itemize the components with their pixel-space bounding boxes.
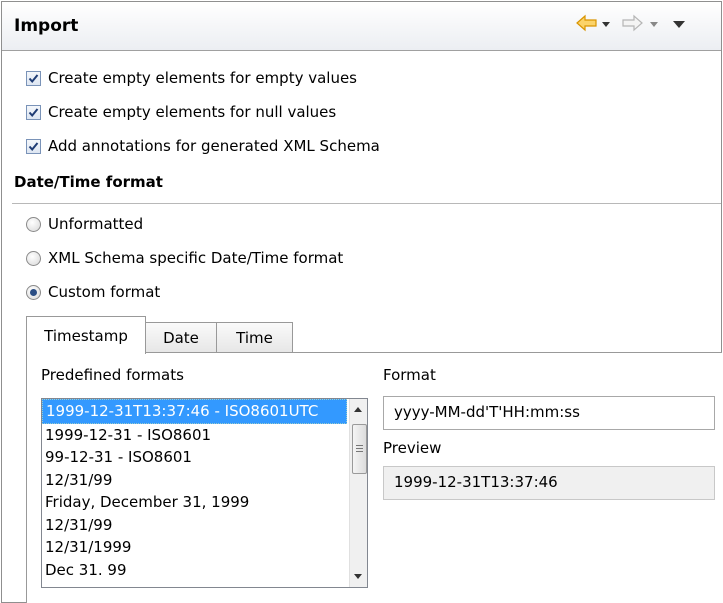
radio-selected-icon[interactable] — [26, 284, 41, 300]
list-item[interactable]: 12/31/1999 — [42, 536, 367, 559]
preview-field: 1999-12-31T13:37:46 — [383, 466, 715, 500]
list-item[interactable]: 1999-12-31T13:37:46 - ISO8601UTC — [42, 399, 347, 424]
list-scrollbar[interactable] — [349, 399, 367, 587]
list-item[interactable]: Dec 31. 99 — [42, 559, 367, 582]
checkbox-checked-icon[interactable] — [26, 138, 41, 154]
panel-title: Import — [14, 16, 79, 36]
preview-value: 1999-12-31T13:37:46 — [394, 473, 558, 491]
panel-header: Import — [2, 2, 721, 51]
radio-custom-format[interactable]: Custom format — [26, 280, 160, 304]
list-item[interactable]: 12/31/99 — [42, 514, 367, 537]
list-item[interactable]: 12/31/99 — [42, 469, 367, 492]
list-item[interactable]: Friday, December 31, 1999 — [42, 491, 367, 514]
import-panel: Import Create empty elements for empty v… — [1, 1, 722, 603]
checkbox-label: Add annotations for generated XML Schema — [48, 137, 380, 155]
radio-label: Unformatted — [48, 215, 144, 233]
section-divider — [12, 203, 721, 204]
radio-unformatted[interactable]: Unformatted — [26, 212, 143, 236]
scrollbar-thumb[interactable] — [352, 424, 367, 474]
checkbox-checked-icon[interactable] — [26, 70, 41, 86]
scroll-up-arrow-icon[interactable] — [354, 407, 362, 412]
checkbox-label: Create empty elements for empty values — [48, 69, 358, 87]
predefined-formats-list[interactable]: 1999-12-31T13:37:46 - ISO8601UTC 1999-12… — [41, 398, 368, 588]
radio-xml-schema-format[interactable]: XML Schema specific Date/Time format — [26, 246, 343, 270]
checkbox-empty-values[interactable]: Create empty elements for empty values — [26, 66, 357, 90]
format-field[interactable] — [383, 396, 715, 430]
tab-label: Timestamp — [44, 326, 128, 345]
radio-label: Custom format — [48, 283, 161, 301]
back-history-chevron-down-icon[interactable] — [602, 22, 610, 27]
forward-arrow-icon[interactable] — [621, 14, 643, 36]
back-arrow-icon[interactable] — [576, 14, 598, 36]
checkbox-annotations[interactable]: Add annotations for generated XML Schema — [26, 134, 380, 158]
radio-label: XML Schema specific Date/Time format — [48, 249, 344, 267]
radio-unselected-icon[interactable] — [26, 250, 41, 266]
predefined-formats-label: Predefined formats — [41, 366, 184, 384]
datetime-section-title: Date/Time format — [14, 173, 163, 191]
tab-label: Date — [163, 329, 199, 347]
checkbox-null-values[interactable]: Create empty elements for null values — [26, 100, 336, 124]
view-menu-icon[interactable] — [673, 21, 685, 28]
forward-history-chevron-down-icon[interactable] — [650, 22, 658, 27]
tab-label: Time — [236, 329, 273, 347]
format-input[interactable] — [384, 397, 704, 427]
list-item[interactable]: 99-12-31 - ISO8601 — [42, 446, 367, 469]
checkbox-checked-icon[interactable] — [26, 104, 41, 120]
tab-time[interactable]: Time — [216, 322, 293, 353]
scroll-down-arrow-icon[interactable] — [354, 574, 362, 579]
tab-timestamp[interactable]: Timestamp — [26, 316, 146, 354]
radio-unselected-icon[interactable] — [26, 216, 41, 232]
tab-date[interactable]: Date — [144, 322, 218, 353]
list-item[interactable]: 1999-12-31 - ISO8601 — [42, 424, 367, 447]
format-label: Format — [383, 366, 436, 384]
checkbox-label: Create empty elements for null values — [48, 103, 337, 121]
preview-label: Preview — [383, 439, 442, 457]
timestamp-tab-panel: Predefined formats 1999-12-31T13:37:46 -… — [26, 352, 722, 603]
